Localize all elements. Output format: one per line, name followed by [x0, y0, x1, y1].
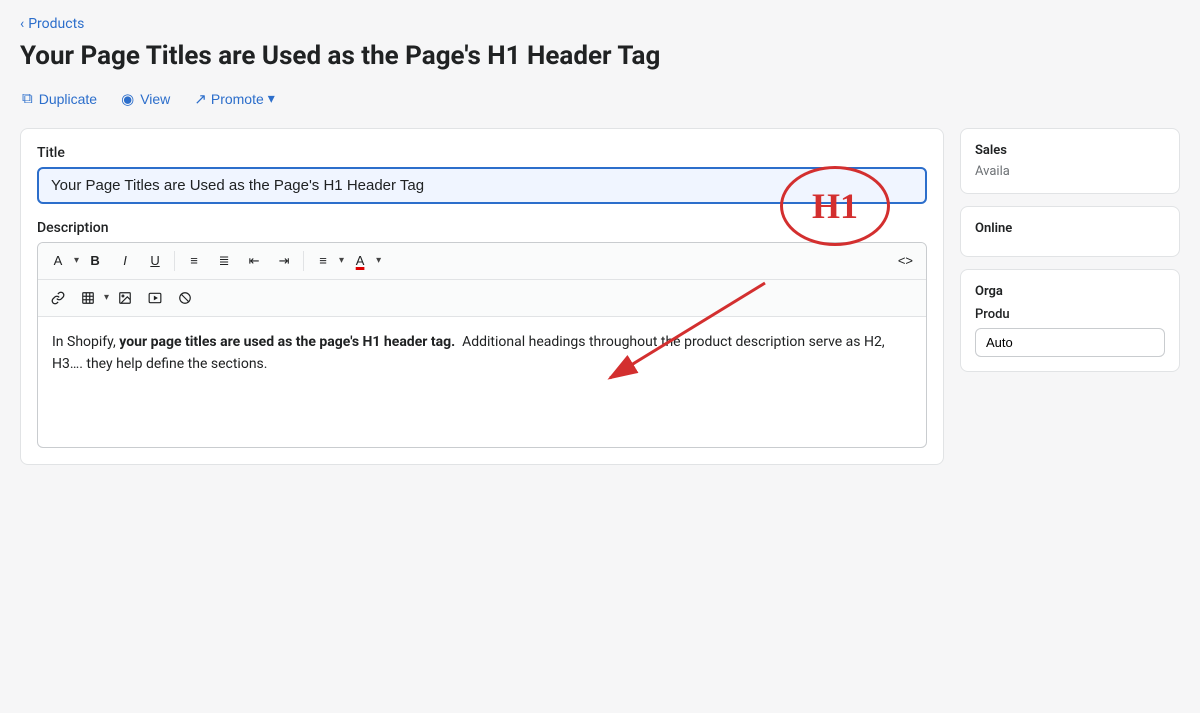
font-size-arrow-icon: ▾	[74, 255, 79, 266]
org-title: Orga	[975, 284, 1165, 299]
toolbar-divider-1	[174, 251, 175, 271]
promote-label: Promote	[211, 91, 264, 107]
font-size-button[interactable]: A	[44, 247, 72, 275]
table-arrow-icon: ▾	[104, 292, 109, 303]
image-button[interactable]	[111, 284, 139, 312]
sales-subtitle: Availa	[975, 164, 1165, 179]
bold-button[interactable]: B	[81, 247, 109, 275]
product-type-label: Produ	[975, 307, 1165, 322]
video-button[interactable]	[141, 284, 169, 312]
link-button[interactable]	[44, 284, 72, 312]
view-label: View	[140, 91, 170, 107]
toolbar-row2: ▾	[38, 280, 926, 317]
text-color-arrow-icon: ▾	[376, 255, 381, 266]
online-title: Online	[975, 221, 1165, 236]
title-input[interactable]	[37, 167, 927, 204]
chevron-left-icon: ‹	[20, 16, 24, 32]
breadcrumb-label: Products	[28, 16, 84, 32]
online-card: Online	[960, 206, 1180, 257]
eye-icon: ◉	[121, 90, 134, 108]
align-button[interactable]: ≡	[309, 247, 337, 275]
rich-text-editor: A ▾ B I U ≡ ≣ ⇤ ⇥	[37, 242, 927, 448]
main-content: Title Description A ▾ B I	[20, 128, 1180, 713]
outdent-button[interactable]: ⇤	[240, 247, 268, 275]
product-type-input[interactable]	[975, 328, 1165, 357]
sales-card: Sales Availa	[960, 128, 1180, 194]
back-link[interactable]: ‹ Products	[20, 16, 84, 32]
toolbar-divider-2	[303, 251, 304, 271]
page-title: Your Page Titles are Used as the Page's …	[20, 40, 1180, 74]
view-button[interactable]: ◉ View	[119, 86, 172, 112]
chevron-down-icon: ▾	[268, 90, 275, 107]
description-label: Description	[37, 220, 927, 236]
indent-button[interactable]: ⇥	[270, 247, 298, 275]
text-color-button[interactable]: A	[346, 247, 374, 275]
unordered-list-button[interactable]: ≡	[180, 247, 208, 275]
table-button[interactable]	[74, 284, 102, 312]
duplicate-icon: ⧉	[22, 90, 33, 107]
duplicate-label: Duplicate	[39, 91, 97, 107]
editor-content-area[interactable]: In Shopify, your page titles are used as…	[38, 317, 926, 447]
duplicate-button[interactable]: ⧉ Duplicate	[20, 86, 99, 111]
action-bar: ⧉ Duplicate ◉ View ↗ Promote ▾	[20, 86, 1180, 112]
align-arrow-icon: ▾	[339, 255, 344, 266]
italic-button[interactable]: I	[111, 247, 139, 275]
promote-icon: ↗	[194, 90, 207, 108]
right-panel: Sales Availa Online Orga Produ	[960, 128, 1180, 713]
toolbar-row1: A ▾ B I U ≡ ≣ ⇤ ⇥	[38, 243, 926, 280]
underline-button[interactable]: U	[141, 247, 169, 275]
no-format-button[interactable]	[171, 284, 199, 312]
breadcrumb: ‹ Products	[20, 16, 1180, 32]
product-card: Title Description A ▾ B I	[20, 128, 944, 465]
org-card: Orga Produ	[960, 269, 1180, 372]
ordered-list-button[interactable]: ≣	[210, 247, 238, 275]
title-label: Title	[37, 145, 927, 161]
left-panel: Title Description A ▾ B I	[20, 128, 944, 713]
page-wrapper: ‹ Products Your Page Titles are Used as …	[0, 0, 1200, 713]
promote-button[interactable]: ↗ Promote ▾	[192, 86, 277, 112]
code-button[interactable]: <>	[891, 247, 920, 275]
sales-title: Sales	[975, 143, 1165, 158]
